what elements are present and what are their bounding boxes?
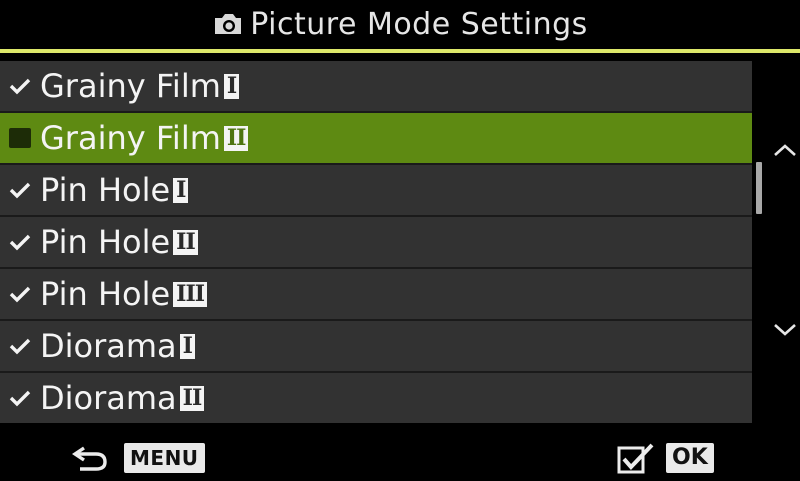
roman-numeral-badge: II xyxy=(179,385,205,411)
item-label: Pin Hole xyxy=(40,223,171,261)
header-divider xyxy=(0,49,800,53)
checkmark-icon[interactable] xyxy=(8,282,32,306)
menu-button[interactable]: MENU xyxy=(124,443,205,473)
roman-numeral-badge: II xyxy=(223,125,249,151)
back-arrow-icon[interactable] xyxy=(72,444,108,472)
chevron-down-icon[interactable] xyxy=(772,322,798,338)
list-item-pin-hole-2[interactable]: Pin Hole II xyxy=(0,217,752,267)
camera-icon xyxy=(215,14,242,34)
checkmark-icon[interactable] xyxy=(8,178,32,202)
list-item-grainy-film-2[interactable]: Grainy Film II xyxy=(0,113,752,163)
roman-numeral-badge: I xyxy=(179,333,195,359)
roman-numeral-badge: III xyxy=(173,281,208,307)
ok-button[interactable]: OK xyxy=(666,443,714,473)
header: Picture Mode Settings xyxy=(0,0,800,48)
chevron-up-icon[interactable] xyxy=(772,142,798,158)
item-label: Grainy Film xyxy=(40,119,221,157)
list-item-grainy-film-1[interactable]: Grainy Film I xyxy=(0,61,752,111)
item-label: Pin Hole xyxy=(40,171,171,209)
list-item-pin-hole-3[interactable]: Pin Hole III xyxy=(0,269,752,319)
checkmark-icon[interactable] xyxy=(8,74,32,98)
empty-checkbox-icon[interactable] xyxy=(8,126,32,150)
item-label: Diorama xyxy=(40,327,177,365)
roman-numeral-badge: II xyxy=(173,229,198,255)
checkmark-icon[interactable] xyxy=(8,230,32,254)
checkmark-icon[interactable] xyxy=(8,334,32,358)
page-title: Picture Mode Settings xyxy=(250,6,588,42)
list-item-diorama-2[interactable]: Diorama II xyxy=(0,373,752,423)
list-item-pin-hole-1[interactable]: Pin Hole I xyxy=(0,165,752,215)
item-label: Diorama xyxy=(40,379,177,417)
checkbox-check-icon xyxy=(617,443,654,474)
scroll-area[interactable] xyxy=(752,61,800,421)
picture-mode-list: Grainy Film I Grainy Film II Pin Hole I Pin… xyxy=(0,61,752,423)
item-label: Grainy Film xyxy=(40,67,221,105)
item-label: Pin Hole xyxy=(40,275,171,313)
checkmark-icon[interactable] xyxy=(8,386,32,410)
list-item-diorama-1[interactable]: Diorama I xyxy=(0,321,752,371)
roman-numeral-badge: I xyxy=(223,73,240,99)
roman-numeral-badge: I xyxy=(173,177,189,203)
scrollbar-thumb[interactable] xyxy=(756,162,762,214)
